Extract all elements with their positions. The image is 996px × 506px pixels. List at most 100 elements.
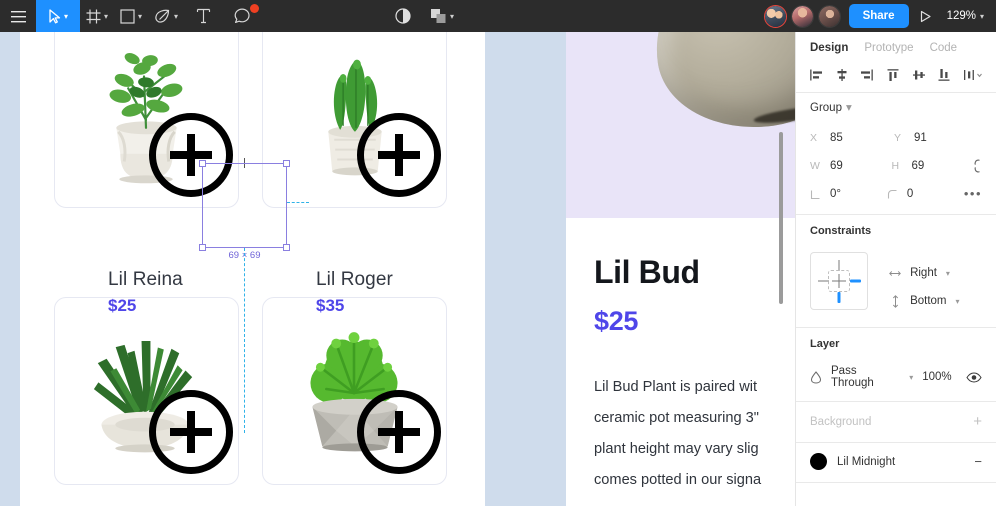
- product-title: Lil Reina: [108, 269, 183, 290]
- shape-tool-button[interactable]: ▾: [114, 0, 148, 32]
- constrain-proportions-button[interactable]: [973, 159, 986, 173]
- minus-icon[interactable]: −: [974, 454, 982, 469]
- y-label: Y: [894, 132, 902, 144]
- avatar[interactable]: [817, 4, 841, 28]
- hamburger-menu-button[interactable]: [0, 0, 36, 32]
- background-section-header: Background +: [796, 402, 996, 442]
- y-value: 91: [914, 132, 927, 144]
- selection-handle[interactable]: [199, 244, 206, 251]
- cursor-icon: [48, 8, 61, 24]
- design-canvas[interactable]: Lil Reina $25 Lil Roger $35 69 × 69 Lil …: [0, 32, 795, 506]
- distribute-more-icon[interactable]: [963, 68, 984, 82]
- avatar[interactable]: [790, 4, 814, 28]
- vertical-constraint-dropdown[interactable]: Bottom ▾: [889, 287, 960, 315]
- zoom-level-control[interactable]: 129% ▾: [943, 10, 996, 22]
- share-button[interactable]: Share: [848, 4, 909, 28]
- link-broken-icon: [973, 159, 982, 173]
- align-top-icon[interactable]: [886, 68, 900, 82]
- rotation-field[interactable]: 0°: [810, 188, 887, 200]
- present-button[interactable]: [909, 10, 943, 23]
- vertical-arrows-icon: [889, 294, 901, 308]
- selection-handle[interactable]: [283, 160, 290, 167]
- selection-type-row[interactable]: Group ▾: [796, 93, 996, 124]
- x-value: 85: [830, 132, 843, 144]
- properties-panel: Design Prototype Code Group ▾ X 85 Y 91 …: [795, 32, 996, 506]
- add-to-cart-button[interactable]: [357, 390, 441, 474]
- text-tool-button[interactable]: [184, 0, 222, 32]
- comment-bubble-icon: [234, 8, 251, 24]
- detail-scrollbar[interactable]: [779, 132, 783, 304]
- eye-icon[interactable]: [961, 371, 982, 383]
- tab-code[interactable]: Code: [930, 42, 958, 54]
- product-card[interactable]: [54, 297, 239, 485]
- product-card[interactable]: [262, 32, 447, 208]
- move-tool-button[interactable]: ▾: [36, 0, 80, 32]
- h-value: 69: [911, 160, 925, 172]
- panel-tabs: Design Prototype Code: [796, 32, 996, 64]
- frame-tool-caret-icon: ▾: [104, 12, 109, 21]
- size-row: W 69 H 69: [810, 152, 986, 180]
- union-shapes-icon: [430, 8, 447, 24]
- text-t-icon: [196, 8, 211, 24]
- smart-guide-vertical: [244, 248, 245, 433]
- plus-icon[interactable]: +: [973, 414, 982, 429]
- height-field[interactable]: H 69: [892, 160, 974, 172]
- product-detail-frame[interactable]: Lil Bud $25 Lil Bud Plant is paired wit …: [566, 32, 795, 506]
- chevron-down-icon: ▾: [979, 12, 984, 21]
- selection-handle[interactable]: [283, 244, 290, 251]
- tab-prototype[interactable]: Prototype: [864, 42, 913, 54]
- mask-tool-button[interactable]: [382, 0, 424, 32]
- product-price: $35: [316, 296, 345, 315]
- corner-radius-value: 0: [906, 188, 914, 200]
- opacity-value[interactable]: 100%: [922, 371, 951, 383]
- boolean-tool-button[interactable]: ▾: [424, 0, 460, 32]
- move-tool-caret-icon: ▾: [63, 12, 68, 21]
- constraints-widget[interactable]: [810, 252, 868, 310]
- constraint-arm-bottom[interactable]: [837, 292, 841, 303]
- align-vertical-center-icon[interactable]: [912, 68, 926, 82]
- align-left-icon[interactable]: [809, 68, 823, 82]
- constraints-dropdowns: Right ▾ Bottom ▾: [889, 252, 960, 315]
- corner-radius-field[interactable]: 0: [887, 188, 964, 200]
- detail-hero-image: [566, 32, 795, 218]
- product-card[interactable]: [262, 297, 447, 485]
- frame-tool-button[interactable]: ▾: [80, 0, 114, 32]
- chevron-down-icon: ▾: [909, 373, 914, 382]
- more-options-button[interactable]: •••: [963, 186, 986, 201]
- pen-tool-button[interactable]: ▾: [148, 0, 184, 32]
- detail-description: Lil Bud Plant is paired wit ceramic pot …: [594, 379, 762, 488]
- constraints-section: Constraints: [796, 215, 996, 250]
- ellipsis-icon: •••: [963, 186, 982, 201]
- constraint-arm-right[interactable]: [850, 279, 861, 283]
- width-field[interactable]: W 69: [810, 160, 892, 172]
- align-right-icon[interactable]: [860, 68, 874, 82]
- shape-tool-caret-icon: ▾: [138, 12, 143, 21]
- horizontal-arrows-icon: [889, 269, 901, 278]
- h-label: H: [891, 160, 900, 172]
- color-style-row[interactable]: Lil Midnight −: [796, 443, 996, 482]
- x-label: X: [810, 132, 818, 144]
- transform-properties: X 85 Y 91 W 69 H 69 0° 0 •••: [796, 124, 996, 214]
- selection-bounding-box[interactable]: 69 × 69: [199, 160, 290, 261]
- align-bottom-icon[interactable]: [937, 68, 951, 82]
- corner-radius-icon: [887, 189, 899, 200]
- horizontal-constraint-dropdown[interactable]: Right ▾: [889, 259, 959, 287]
- comment-tool-button[interactable]: [222, 0, 262, 32]
- y-field[interactable]: Y 91: [894, 132, 978, 144]
- add-to-cart-button[interactable]: [357, 113, 441, 197]
- selection-handle[interactable]: [199, 160, 206, 167]
- blend-mode-value[interactable]: Pass Through: [831, 365, 900, 389]
- background-heading: Background: [810, 415, 872, 428]
- x-field[interactable]: X 85: [810, 132, 894, 144]
- constraints-heading: Constraints: [810, 225, 872, 237]
- color-swatch[interactable]: [810, 453, 827, 470]
- figma-window: ▾ ▾ ▾ ▾ ▾ Share 129% ▾ Lil Reina $25 Lil…: [0, 0, 996, 506]
- avatar[interactable]: [763, 4, 787, 28]
- align-horizontal-center-icon[interactable]: [835, 68, 849, 82]
- tab-design[interactable]: Design: [810, 42, 848, 54]
- half-circle-icon: [395, 8, 411, 24]
- frame-icon: [86, 9, 101, 24]
- add-to-cart-button[interactable]: [149, 390, 233, 474]
- pen-tool-caret-icon: ▾: [174, 12, 179, 21]
- vertical-constraint-value: Bottom: [910, 295, 947, 307]
